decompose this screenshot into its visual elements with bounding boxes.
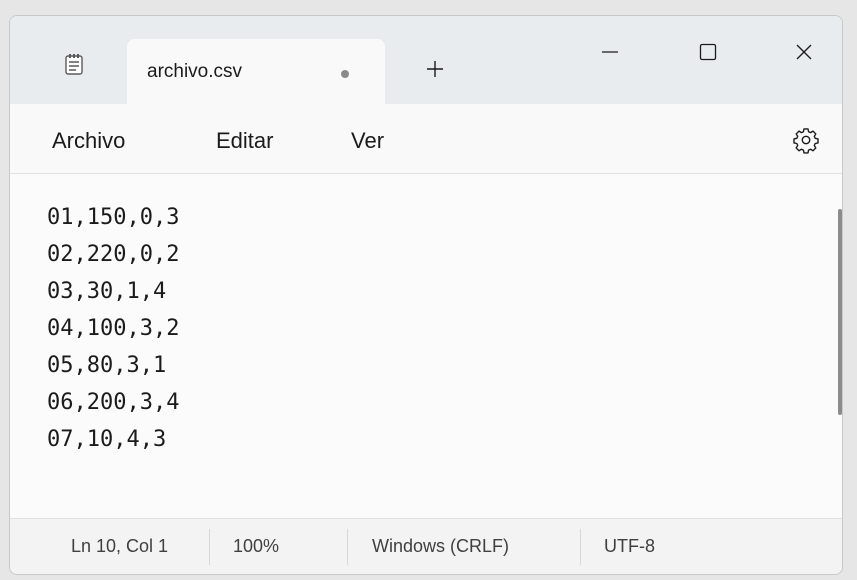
- status-divider: [209, 529, 210, 565]
- editor-line: 06,200,3,4: [47, 390, 180, 415]
- menu-bar: Archivo Editar Ver: [10, 104, 842, 174]
- notepad-window: archivo.csv Archivo Editar Ver 01,150,0,…: [9, 15, 843, 575]
- menu-ver[interactable]: Ver: [351, 128, 384, 154]
- notepad-icon: [65, 53, 83, 75]
- editor-content[interactable]: 01,150,0,3 02,220,0,2 03,30,1,4 04,100,3…: [47, 199, 179, 458]
- editor-line: 07,10,4,3: [47, 427, 167, 452]
- status-divider: [347, 529, 348, 565]
- minimize-button[interactable]: [582, 32, 638, 72]
- unsaved-dot-icon[interactable]: [341, 70, 349, 78]
- close-icon: [796, 44, 812, 60]
- maximize-button[interactable]: [680, 32, 736, 72]
- tab-title: archivo.csv: [147, 61, 243, 82]
- close-button[interactable]: [776, 32, 832, 72]
- maximize-icon: [699, 43, 717, 61]
- editor-line: 01,150,0,3: [47, 205, 180, 230]
- menu-editar[interactable]: Editar: [216, 128, 273, 154]
- editor-line: 03,30,1,4: [47, 279, 167, 304]
- editor-line: 05,80,3,1: [47, 353, 167, 378]
- line-ending[interactable]: Windows (CRLF): [372, 536, 509, 557]
- plus-icon[interactable]: [424, 58, 446, 80]
- tab-archivo-csv[interactable]: archivo.csv: [127, 39, 385, 105]
- encoding[interactable]: UTF-8: [604, 536, 655, 557]
- editor-line: 04,100,3,2: [47, 316, 180, 341]
- vertical-scrollbar[interactable]: [838, 209, 842, 415]
- minimize-icon: [602, 51, 618, 53]
- title-bar[interactable]: archivo.csv: [10, 16, 842, 105]
- text-editor[interactable]: 01,150,0,3 02,220,0,2 03,30,1,4 04,100,3…: [10, 174, 842, 518]
- zoom-level[interactable]: 100%: [233, 536, 279, 557]
- editor-line: 02,220,0,2: [47, 242, 180, 267]
- status-bar: Ln 10, Col 1 100% Windows (CRLF) UTF-8: [10, 518, 842, 574]
- menu-archivo[interactable]: Archivo: [52, 128, 125, 154]
- status-divider: [580, 529, 581, 565]
- gear-icon[interactable]: [792, 126, 820, 154]
- cursor-position[interactable]: Ln 10, Col 1: [71, 536, 168, 557]
